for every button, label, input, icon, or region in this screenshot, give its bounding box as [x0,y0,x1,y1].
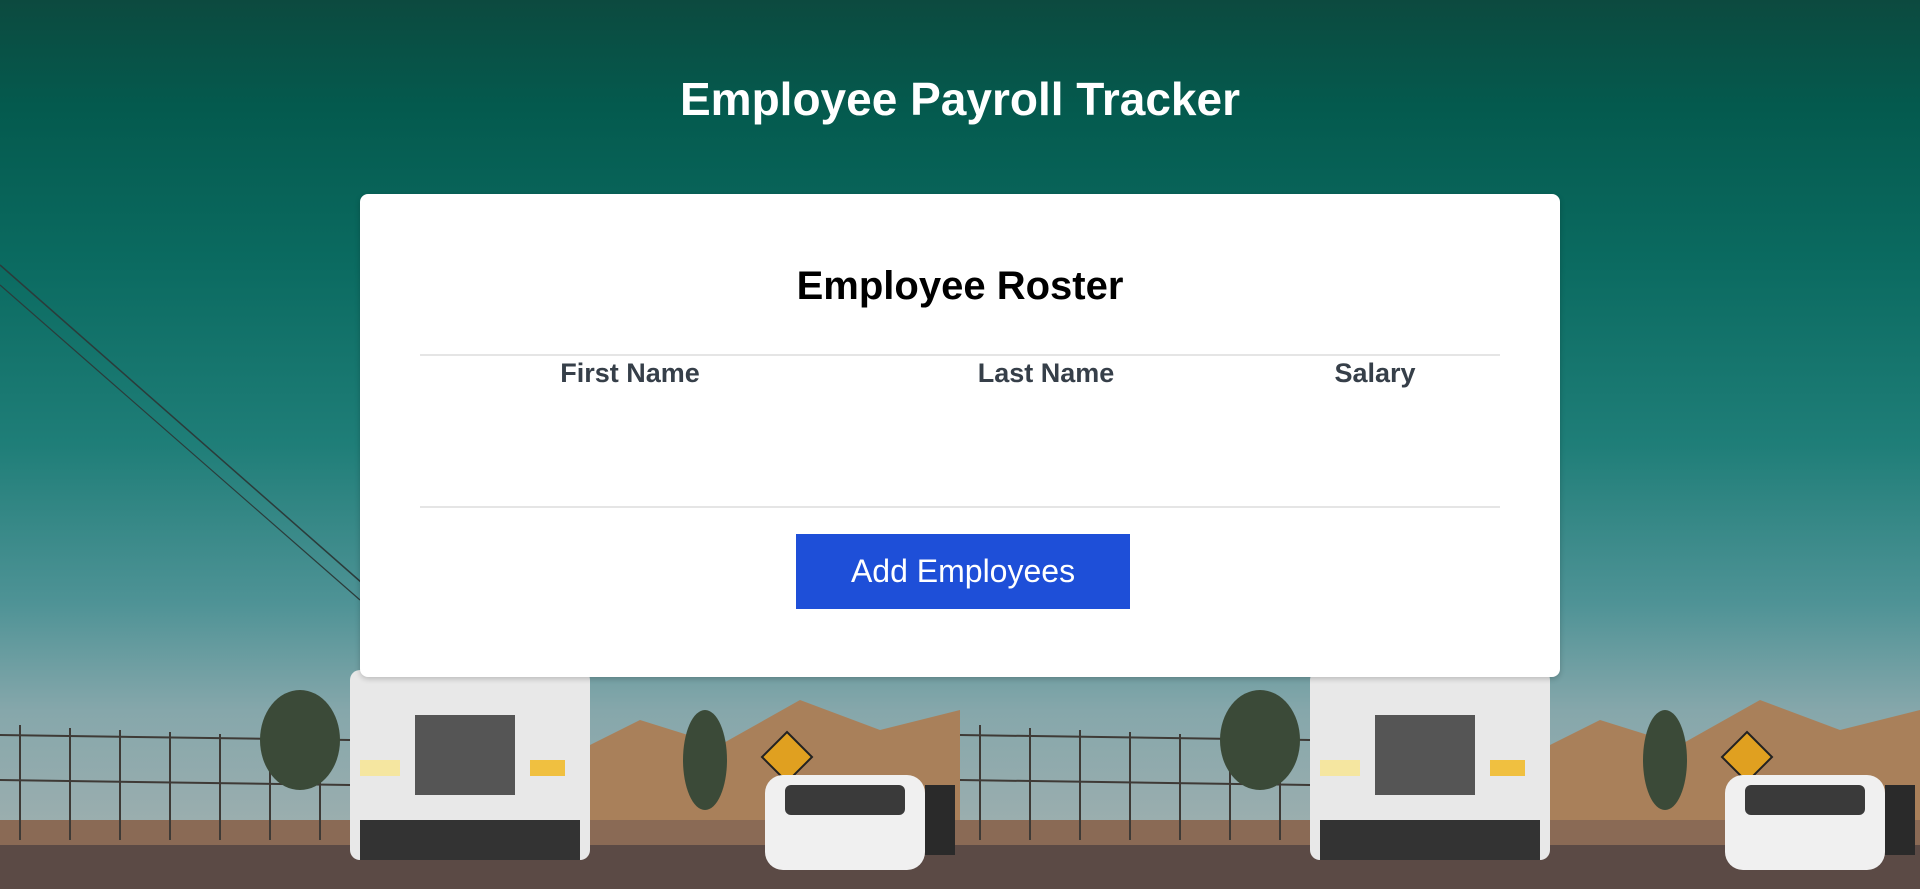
tree [1220,690,1300,790]
column-header-last-name: Last Name [977,358,1115,388]
tree [260,690,340,790]
roster-title: Employee Roster [796,264,1124,308]
power-line [0,284,361,601]
page-title: Employee Payroll Tracker [680,73,1240,125]
employee-table: First Name Last Name Salary [420,354,1500,508]
tree [683,710,727,810]
column-header-first-name: First Name [560,358,700,388]
tree [1643,710,1687,810]
power-line [0,264,371,591]
employee-roster-card: Employee Roster First Name Last Name Sal… [360,194,1560,677]
column-header-salary: Salary [1334,358,1416,388]
road [0,845,1920,889]
add-employees-button[interactable]: Add Employees [796,534,1130,609]
